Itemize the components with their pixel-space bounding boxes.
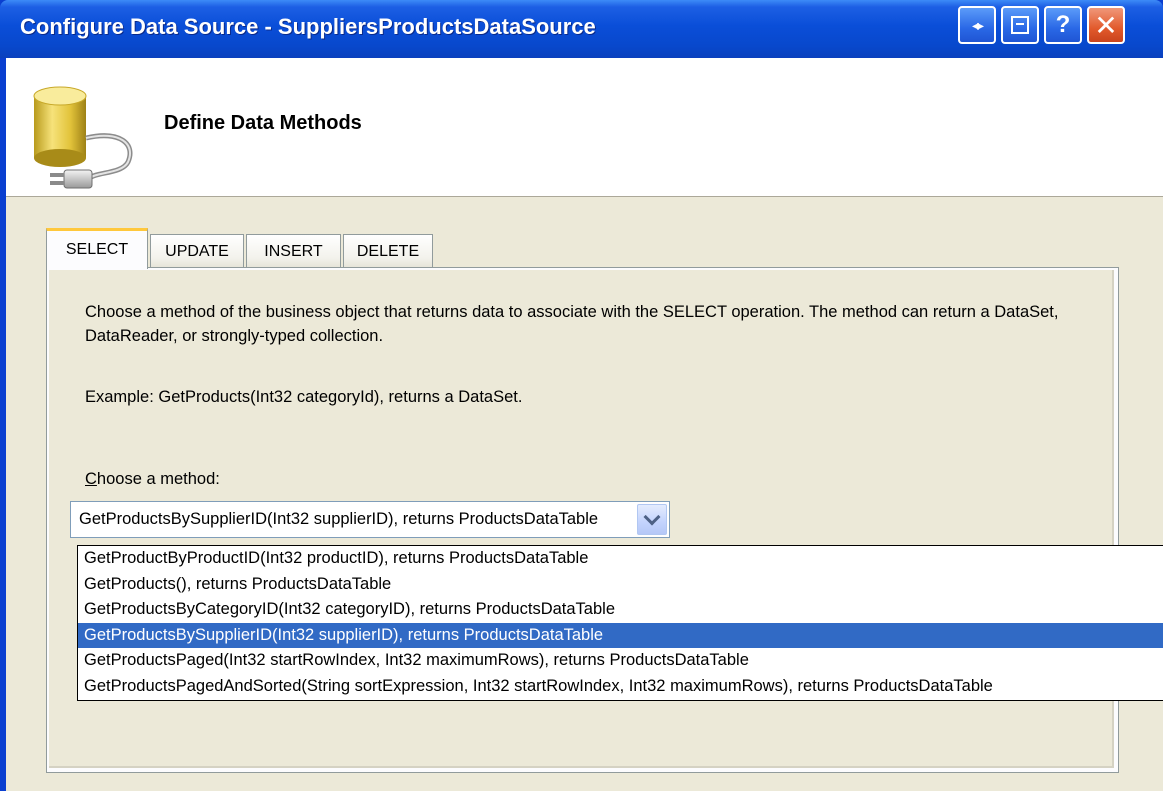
combobox-dropdown-button[interactable]	[637, 504, 667, 535]
method-combobox-value[interactable]: GetProductsBySupplierID(Int32 supplierID…	[79, 510, 635, 529]
context-help-arrows-button[interactable]: ◂▸	[958, 6, 996, 44]
dropdown-option[interactable]: GetProductsPagedAndSorted(String sortExp…	[78, 674, 1163, 700]
tab-delete[interactable]: DELETE	[343, 234, 433, 268]
dialog-window: Configure Data Source - SuppliersProduct…	[0, 0, 1163, 791]
choose-label-mnemonic: C	[85, 470, 97, 488]
close-button[interactable]: ✕	[1087, 6, 1125, 44]
tab-select[interactable]: SELECT	[46, 228, 148, 269]
method-dropdown-list[interactable]: GetProductByProductID(Int32 productID), …	[77, 545, 1163, 701]
restore-button[interactable]	[1001, 6, 1039, 44]
title-bar[interactable]: Configure Data Source - SuppliersProduct…	[0, 0, 1163, 58]
choose-label-text: hoose a method:	[96, 470, 220, 488]
method-description: Choose a method of the business object t…	[85, 303, 1059, 345]
dropdown-option[interactable]: GetProductsByCategoryID(Int32 categoryID…	[78, 597, 1163, 623]
dropdown-option-selected[interactable]: GetProductsBySupplierID(Int32 supplierID…	[78, 622, 1163, 649]
tab-update[interactable]: UPDATE	[150, 234, 244, 268]
page-title: Define Data Methods	[164, 112, 362, 134]
chevron-down-icon	[643, 508, 661, 526]
window-box-icon	[1011, 16, 1029, 34]
tab-insert[interactable]: INSERT	[246, 234, 341, 268]
choose-method-label: Choose a method:	[85, 470, 220, 489]
dropdown-option[interactable]: GetProductsPaged(Int32 startRowIndex, In…	[78, 648, 1163, 674]
wizard-header: Define Data Methods	[6, 58, 1163, 197]
left-right-arrows-icon: ◂▸	[971, 16, 984, 33]
dropdown-option[interactable]: GetProductByProductID(Int32 productID), …	[78, 546, 1163, 572]
help-button[interactable]: ?	[1044, 6, 1082, 44]
example-text: Example: GetProducts(Int32 categoryId), …	[85, 388, 523, 406]
method-combobox[interactable]: GetProductsBySupplierID(Int32 supplierID…	[70, 501, 670, 538]
database-plug-icon	[33, 86, 133, 189]
window-title: Configure Data Source - SuppliersProduct…	[20, 14, 596, 39]
dropdown-option[interactable]: GetProducts(), returns ProductsDataTable	[78, 572, 1163, 598]
